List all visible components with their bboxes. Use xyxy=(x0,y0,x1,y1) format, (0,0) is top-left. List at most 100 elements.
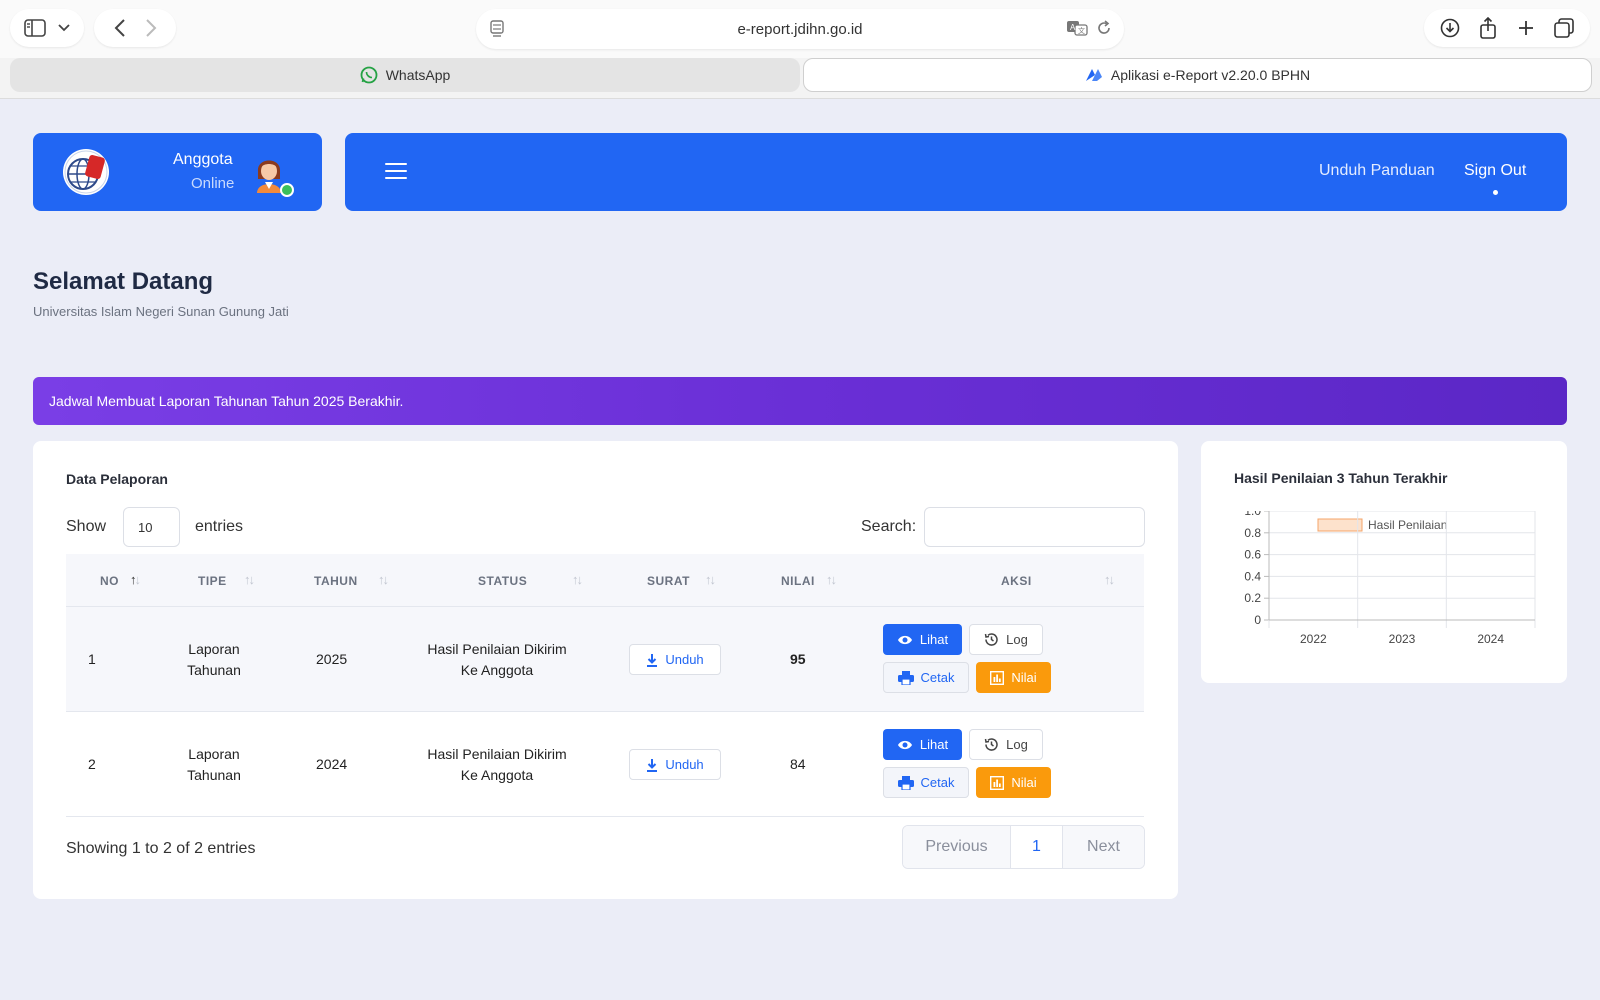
eye-icon xyxy=(897,739,913,751)
jdihn-logo xyxy=(63,149,109,195)
score-chart: Hasil Penilaian 0 0.2 0.4 0.6 0.8 1.0 2022 2023 2… xyxy=(1244,511,1536,646)
sort-icon[interactable]: ↑↓ xyxy=(705,572,716,587)
lihat-button[interactable]: Lihat xyxy=(883,729,962,760)
download-guide-link[interactable]: Unduh Panduan xyxy=(1319,162,1435,180)
menu-toggle-icon[interactable] xyxy=(385,163,407,181)
share-icon[interactable] xyxy=(1479,17,1497,39)
column-header-no[interactable]: NO xyxy=(100,574,119,588)
cell-status: Hasil Penilaian Dikirim Ke Anggota xyxy=(427,641,567,678)
tab-overview-icon[interactable] xyxy=(1554,18,1575,38)
legend-swatch xyxy=(1317,518,1363,532)
table-row: 1 Laporan Tahunan 2025 Hasil Penilaian D… xyxy=(66,607,1144,712)
chart-panel-title: Hasil Penilaian 3 Tahun Terakhir xyxy=(1234,470,1448,486)
x-tick-label: 2024 xyxy=(1477,632,1504,646)
table-info: Showing 1 to 2 of 2 entries xyxy=(66,840,256,857)
log-label: Log xyxy=(1006,737,1028,752)
y-tick-label: 1.0 xyxy=(1244,511,1261,518)
search-label: Search: xyxy=(861,518,917,535)
tab-e-report[interactable]: Aplikasi e-Report v2.20.0 BPHN xyxy=(803,58,1592,92)
page-size-select[interactable]: 10 xyxy=(123,507,180,547)
log-label: Log xyxy=(1006,632,1028,647)
translate-icon[interactable]: A文 xyxy=(1066,20,1088,36)
previous-page-button[interactable]: Previous xyxy=(903,826,1011,868)
browser-chrome: e-report.jdihn.go.id A文 WhatsApp Aplikas… xyxy=(0,0,1600,99)
next-page-button[interactable]: Next xyxy=(1063,826,1144,868)
tab-label: Aplikasi e-Report v2.20.0 BPHN xyxy=(1110,67,1311,83)
bar-chart-icon xyxy=(990,775,1005,790)
show-label: Show xyxy=(66,518,107,535)
history-icon xyxy=(984,737,999,752)
schedule-alert: Jadwal Membuat Laporan Tahunan Tahun 202… xyxy=(33,377,1567,425)
y-tick-label: 0.4 xyxy=(1244,569,1261,583)
sidebar-icon[interactable] xyxy=(24,19,46,37)
log-button[interactable]: Log xyxy=(969,624,1043,655)
y-tick-label: 0.8 xyxy=(1244,526,1261,540)
sign-out-link[interactable]: Sign Out xyxy=(1464,162,1526,180)
online-indicator xyxy=(280,183,294,197)
sort-asc-icon[interactable]: ↑↓ xyxy=(130,572,141,587)
unduh-label: Unduh xyxy=(665,757,704,772)
table-row: 2 Laporan Tahunan 2024 Hasil Penilaian D… xyxy=(66,712,1144,817)
nilai-label: Nilai xyxy=(1011,775,1037,790)
tab-strip: WhatsApp Aplikasi e-Report v2.20.0 BPHN xyxy=(10,58,1592,92)
unduh-button[interactable]: Unduh xyxy=(629,749,721,780)
x-tick-label: 2023 xyxy=(1389,632,1416,646)
printer-icon xyxy=(897,775,914,790)
column-header-nilai[interactable]: NILAI xyxy=(781,574,815,588)
new-tab-icon[interactable] xyxy=(1517,19,1535,37)
cell-status: Hasil Penilaian Dikirim Ke Anggota xyxy=(427,746,567,783)
bar-chart-icon xyxy=(990,670,1005,685)
cell-no: 2 xyxy=(88,756,96,772)
page-menu-icon[interactable] xyxy=(490,20,504,38)
address-bar[interactable]: e-report.jdihn.go.id A文 xyxy=(476,9,1124,49)
cell-nilai: 95 xyxy=(790,651,806,667)
cell-tahun: 2024 xyxy=(316,756,348,772)
unduh-label: Unduh xyxy=(665,652,704,667)
forward-icon[interactable] xyxy=(145,19,157,37)
column-header-status[interactable]: STATUS xyxy=(478,574,527,588)
unduh-button[interactable]: Unduh xyxy=(629,644,721,675)
lihat-button[interactable]: Lihat xyxy=(883,624,962,655)
user-status: Online xyxy=(191,175,235,192)
cell-tipe: Laporan Tahunan xyxy=(187,641,241,678)
search-input[interactable] xyxy=(924,507,1145,547)
cell-nilai: 84 xyxy=(790,756,806,772)
sort-icon[interactable]: ↑↓ xyxy=(378,572,389,587)
whatsapp-icon xyxy=(360,66,378,84)
cetak-button[interactable]: Cetak xyxy=(883,767,969,798)
chevron-down-icon[interactable] xyxy=(58,24,70,32)
nilai-button[interactable]: Nilai xyxy=(976,662,1051,693)
active-indicator xyxy=(1493,190,1498,195)
column-header-tahun[interactable]: TAHUN xyxy=(314,574,358,588)
sort-icon[interactable]: ↑↓ xyxy=(826,572,837,587)
svg-text:A: A xyxy=(1070,23,1076,32)
column-header-surat[interactable]: SURAT xyxy=(647,574,690,588)
tab-whatsapp[interactable]: WhatsApp xyxy=(10,58,800,92)
sidebar-toggle-group[interactable] xyxy=(10,9,84,47)
back-icon[interactable] xyxy=(114,19,126,37)
column-header-tipe[interactable]: TIPE xyxy=(198,574,227,588)
cell-tipe: Laporan Tahunan xyxy=(187,746,241,783)
cetak-label: Cetak xyxy=(920,775,955,790)
printer-icon xyxy=(897,670,914,685)
log-button[interactable]: Log xyxy=(969,729,1043,760)
x-tick-label: 2022 xyxy=(1300,632,1327,646)
download-icon xyxy=(646,653,658,667)
sort-icon[interactable]: ↑↓ xyxy=(572,572,583,587)
history-icon xyxy=(984,632,999,647)
page-1-button[interactable]: 1 xyxy=(1011,826,1063,868)
cell-tahun: 2025 xyxy=(316,651,348,667)
top-navbar: Unduh Panduan Sign Out xyxy=(345,133,1567,211)
cetak-button[interactable]: Cetak xyxy=(883,662,969,693)
sort-icon[interactable]: ↑↓ xyxy=(244,572,255,587)
download-icon[interactable] xyxy=(1440,18,1460,38)
url-text: e-report.jdihn.go.id xyxy=(737,20,863,38)
nilai-button[interactable]: Nilai xyxy=(976,767,1051,798)
sort-icon[interactable]: ↑↓ xyxy=(1104,572,1115,587)
profile-card: Anggota Online xyxy=(33,133,322,211)
column-header-aksi[interactable]: AKSI xyxy=(1001,574,1032,588)
y-tick-label: 0 xyxy=(1254,613,1261,627)
reload-icon[interactable] xyxy=(1096,20,1112,36)
browser-actions xyxy=(1424,9,1590,47)
svg-text:文: 文 xyxy=(1078,26,1085,35)
